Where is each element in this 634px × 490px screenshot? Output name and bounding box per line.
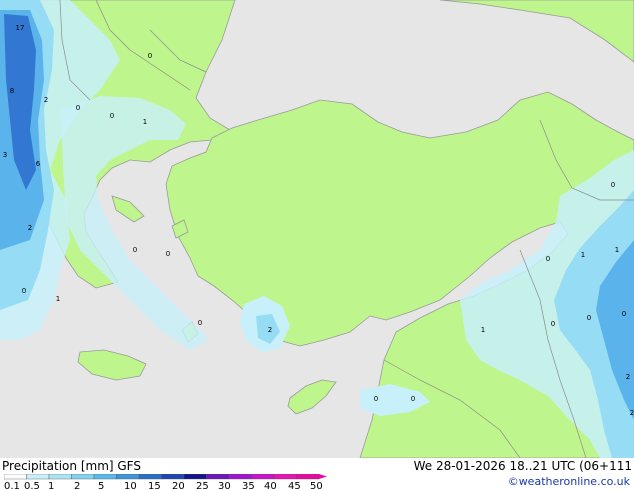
scale-swatch <box>273 474 297 480</box>
scale-label: 2 <box>74 481 80 490</box>
value-label: 17 <box>16 24 25 32</box>
value-label: 6 <box>36 160 41 168</box>
scale-label: 40 <box>264 481 277 490</box>
value-label: 8 <box>10 87 14 95</box>
value-label: 0 <box>546 255 550 263</box>
scale-label: 50 <box>310 481 323 490</box>
value-label: 0 <box>110 112 114 120</box>
scale-swatch <box>93 474 117 480</box>
footer-bar: Precipitation [mm] GFS We 28-01-2026 18.… <box>0 458 634 490</box>
value-label: 0 <box>551 320 555 328</box>
scale-swatch <box>206 474 230 480</box>
scale-label: 30 <box>218 481 231 490</box>
scale-label: 0.5 <box>24 481 40 490</box>
value-label: 0 <box>148 52 152 60</box>
scale-label: 20 <box>172 481 185 490</box>
scale-swatch <box>228 474 252 480</box>
scale-swatch <box>116 474 140 480</box>
value-label: 1 <box>615 246 619 254</box>
scale-swatch <box>26 474 50 480</box>
scale-label: 10 <box>124 481 137 490</box>
scale-swatch <box>71 474 95 480</box>
value-label: 0 <box>587 314 591 322</box>
value-label: 2 <box>28 224 32 232</box>
precipitation-scale: 0.1 0.5 1 2 5 10 15 20 25 30 35 40 45 50 <box>4 474 327 490</box>
value-label: 1 <box>143 118 147 126</box>
value-label: 0 <box>611 181 615 189</box>
precipitation-map: 17 0 8 2 0 0 1 3 6 2 0 0 0 1 0 2 1 0 0 1 1 0 0 0 2 0 0 2 <box>0 0 634 458</box>
value-label: 1 <box>481 326 485 334</box>
scale-swatch <box>296 474 320 480</box>
scale-label: 35 <box>242 481 255 490</box>
value-label: 0 <box>622 310 626 318</box>
value-label: 0 <box>166 250 170 258</box>
scale-label: 15 <box>148 481 161 490</box>
value-label: 1 <box>56 295 60 303</box>
value-label: 2 <box>268 326 272 334</box>
value-label: 0 <box>133 246 137 254</box>
scale-swatch <box>251 474 275 480</box>
scale-swatch <box>161 474 185 480</box>
scale-swatch <box>183 474 207 480</box>
value-label: 1 <box>581 251 585 259</box>
scale-swatch <box>138 474 162 480</box>
value-label: 0 <box>22 287 26 295</box>
scale-label: 45 <box>288 481 301 490</box>
scale-label: 25 <box>196 481 209 490</box>
value-label: 2 <box>630 409 634 417</box>
scale-label: 5 <box>98 481 104 490</box>
value-label: 2 <box>44 96 48 104</box>
scale-label: 0.1 <box>4 481 20 490</box>
value-label: 0 <box>411 395 415 403</box>
scale-swatch <box>4 474 27 480</box>
map-title: Precipitation [mm] GFS <box>2 459 141 473</box>
forecast-datetime: We 28-01-2026 18..21 UTC (06+111 <box>413 459 632 473</box>
value-label: 0 <box>374 395 378 403</box>
scale-arrow <box>319 474 327 479</box>
value-label: 0 <box>76 104 80 112</box>
site-credit[interactable]: ©weatheronline.co.uk <box>508 475 630 488</box>
value-label: 2 <box>626 373 630 381</box>
value-label: 0 <box>198 319 202 327</box>
scale-label: 1 <box>48 481 54 490</box>
value-label: 3 <box>3 151 7 159</box>
scale-swatch <box>48 474 72 480</box>
